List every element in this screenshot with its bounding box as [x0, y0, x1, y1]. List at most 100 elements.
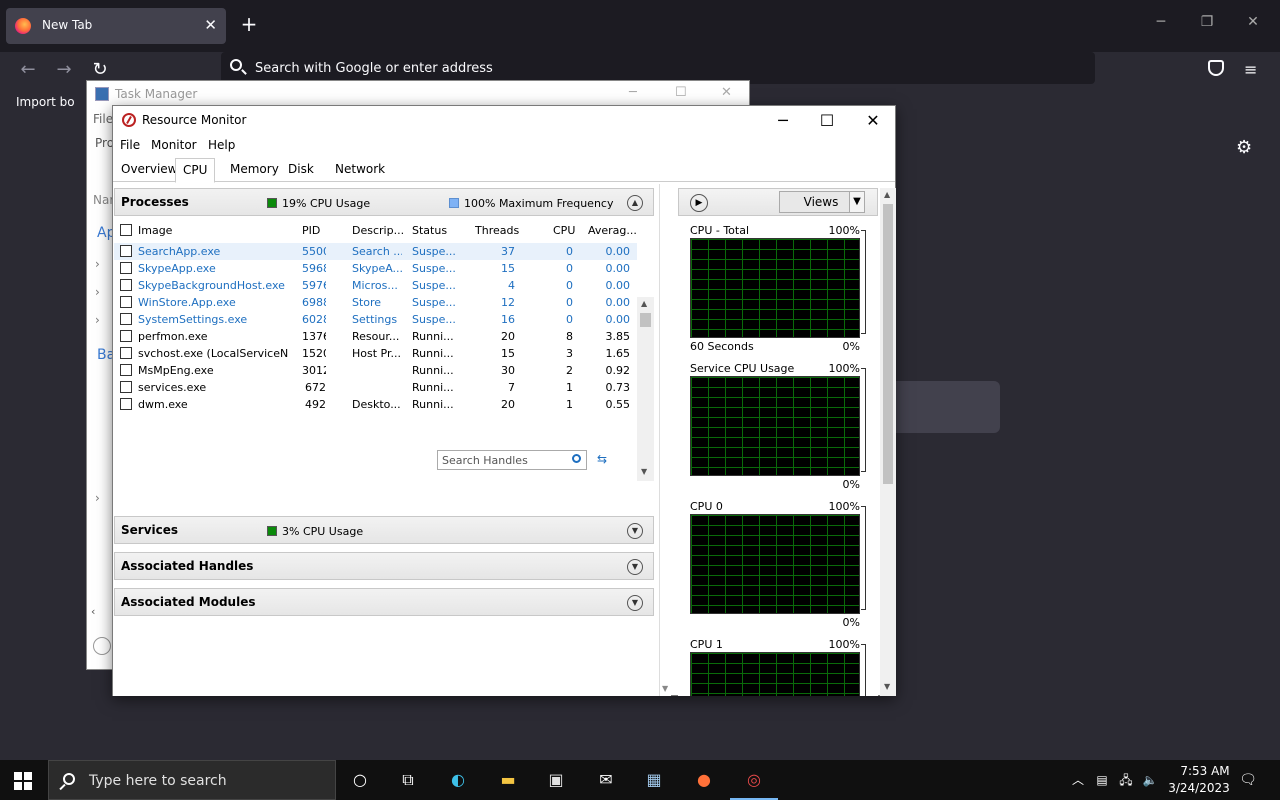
search-icon[interactable] — [572, 454, 581, 463]
menu-help[interactable]: Help — [208, 138, 235, 152]
windows-start-icon[interactable] — [14, 772, 32, 790]
tab-memory[interactable]: Memory — [230, 162, 279, 176]
tray-app-icon[interactable]: ▤ — [1090, 768, 1114, 792]
restore-icon[interactable]: ❐ — [1192, 14, 1222, 30]
task-manager-titlebar: Task Manager ─ ☐ ✕ — [87, 81, 749, 107]
search-handles-input[interactable]: Search Handles — [437, 450, 587, 470]
scroll-thumb[interactable] — [640, 313, 651, 327]
close-icon[interactable]: ✕ — [1238, 14, 1268, 30]
refresh-icon[interactable]: ⇆ — [597, 452, 607, 466]
scroll-thumb[interactable] — [883, 204, 893, 484]
chevron-up-icon[interactable]: ︿ — [1066, 768, 1090, 792]
scroll-up-arrow-icon[interactable]: ▲ — [884, 190, 890, 199]
process-row[interactable]: SystemSettings.exe 6028 Settings Suspe... 16… — [114, 311, 637, 328]
scroll-down-arrow-icon[interactable]: ▼ — [662, 684, 668, 693]
tab-close-icon[interactable]: ✕ — [204, 16, 217, 34]
process-row[interactable]: dwm.exe 492 Deskto... Runni... 20 1 0.55 — [114, 396, 637, 413]
process-row[interactable]: SkypeBackgroundHost.exe 5976 Micros... Susp… — [114, 277, 637, 294]
process-checkbox[interactable] — [120, 330, 132, 342]
scroll-down-arrow-icon[interactable]: ▼ — [641, 467, 647, 476]
task-view-icon[interactable]: ⧉ — [396, 768, 420, 792]
clock-date[interactable]: 3/24/2023 — [1166, 781, 1232, 795]
modules-section-header[interactable]: Associated Modules ▼ — [114, 588, 654, 616]
notifications-icon[interactable]: 🗨 — [1236, 768, 1260, 792]
volume-icon[interactable]: 🔈 — [1138, 768, 1162, 792]
menu-monitor[interactable]: Monitor — [151, 138, 197, 152]
firefox-tab-new-tab[interactable]: New Tab ✕ — [6, 8, 226, 44]
expand-down-icon[interactable]: ▼ — [627, 595, 643, 611]
menu-file[interactable]: File — [120, 138, 140, 152]
process-checkbox[interactable] — [120, 398, 132, 410]
process-list: SearchApp.exe5500Search ...Suspe...3700.… — [113, 184, 637, 481]
import-bookmarks-link[interactable]: Import bo — [16, 95, 75, 109]
pocket-icon[interactable] — [1208, 60, 1224, 76]
edge-icon[interactable]: ◐ — [446, 768, 470, 792]
process-list-scrollbar[interactable]: ▲ ▼ — [637, 297, 654, 481]
scroll-left-arrow-icon[interactable]: ‹ — [87, 605, 113, 621]
reload-icon[interactable]: ↻ — [88, 58, 112, 82]
process-row[interactable]: svchost.exe (LocalServiceNo... 1520 Host P… — [114, 345, 637, 362]
cortana-icon[interactable]: ○ — [348, 768, 372, 792]
process-row[interactable]: services.exe 672 Runni... 7 1 0.73 — [114, 379, 637, 396]
tm-file-menu[interactable]: File — [93, 112, 113, 126]
rm-minimize-icon[interactable]: ─ — [768, 111, 798, 130]
process-checkbox[interactable] — [120, 279, 132, 291]
process-row[interactable]: WinStore.App.exe 6988 Store Suspe... 12 0 0.00 — [114, 294, 637, 311]
process-checkbox[interactable] — [120, 381, 132, 393]
process-checkbox[interactable] — [120, 347, 132, 359]
process-checkbox[interactable] — [120, 296, 132, 308]
tab-network[interactable]: Network — [335, 162, 385, 176]
settings-gear-icon[interactable]: ⚙ — [1236, 137, 1252, 158]
task-manager-taskbar-icon[interactable]: ▦ — [642, 768, 666, 792]
tab-overview[interactable]: Overview — [121, 162, 178, 176]
chevron-right-icon[interactable]: › — [95, 285, 100, 299]
new-tab-button[interactable]: + — [238, 14, 260, 34]
cell-avg: 0.73 — [605, 381, 631, 394]
chevron-right-icon[interactable]: › — [95, 313, 100, 327]
file-explorer-icon[interactable]: ▬ — [496, 768, 520, 792]
fewer-details-icon[interactable] — [93, 637, 111, 655]
chevron-right-icon[interactable]: › — [95, 257, 100, 271]
resource-monitor-taskbar-icon[interactable]: ◎ — [730, 768, 778, 800]
back-icon[interactable]: ← — [16, 58, 40, 82]
forward-icon[interactable]: → — [52, 58, 76, 82]
process-row[interactable]: SearchApp.exe 5500 Search ... Suspe... 37 0 0.… — [114, 243, 637, 260]
store-icon[interactable]: ▣ — [544, 768, 568, 792]
graph-canvas — [690, 238, 860, 338]
scroll-down-arrow-icon[interactable]: ▼ — [884, 682, 890, 691]
network-icon[interactable]: 🖧 — [1114, 768, 1138, 792]
scroll-up-arrow-icon[interactable]: ▲ — [641, 299, 647, 308]
cell-threads: 16 — [501, 313, 515, 326]
taskbar-search-box[interactable]: Type here to search — [48, 760, 336, 800]
tab-cpu[interactable]: CPU — [175, 158, 216, 183]
chevron-right-icon[interactable]: › — [95, 491, 100, 505]
tm-close-icon[interactable]: ✕ — [721, 85, 732, 100]
cell-avg: 0.55 — [605, 398, 631, 411]
newtab-search-box[interactable] — [880, 381, 1000, 433]
rm-close-icon[interactable]: ✕ — [858, 111, 888, 130]
views-dropdown-icon[interactable]: ▼ — [849, 191, 865, 213]
services-section-header[interactable]: Services 3% CPU Usage ▼ — [114, 516, 654, 544]
rm-maximize-icon[interactable]: ☐ — [812, 111, 842, 130]
tm-minimize-icon[interactable]: ─ — [629, 85, 637, 100]
expand-right-icon[interactable]: ▶ — [690, 194, 708, 212]
minimize-icon[interactable]: ─ — [1146, 14, 1176, 30]
firefox-taskbar-icon[interactable]: ● — [692, 768, 716, 792]
expand-down-icon[interactable]: ▼ — [627, 523, 643, 539]
expand-down-icon[interactable]: ▼ — [627, 559, 643, 575]
tm-maximize-icon[interactable]: ☐ — [675, 85, 687, 100]
left-pane-scrollbar[interactable]: ▼ — [659, 184, 671, 696]
process-checkbox[interactable] — [120, 245, 132, 257]
clock-time[interactable]: 7:53 AM — [1172, 764, 1238, 778]
handles-section-header[interactable]: Associated Handles ▼ — [114, 552, 654, 580]
process-row[interactable]: perfmon.exe 1376 Resour... Runni... 20 8 3.85 — [114, 328, 637, 345]
hamburger-menu-icon[interactable]: ≡ — [1244, 60, 1257, 79]
process-checkbox[interactable] — [120, 364, 132, 376]
process-checkbox[interactable] — [120, 313, 132, 325]
process-checkbox[interactable] — [120, 262, 132, 274]
tab-disk[interactable]: Disk — [288, 162, 314, 176]
process-row[interactable]: MsMpEng.exe 3012 Runni... 30 2 0.92 — [114, 362, 637, 379]
process-row[interactable]: SkypeApp.exe 5968 SkypeA... Suspe... 15 0 0.00 — [114, 260, 637, 277]
mail-icon[interactable]: ✉ — [594, 768, 618, 792]
graph-pane-scrollbar[interactable]: ▲ ▼ — [880, 188, 896, 696]
